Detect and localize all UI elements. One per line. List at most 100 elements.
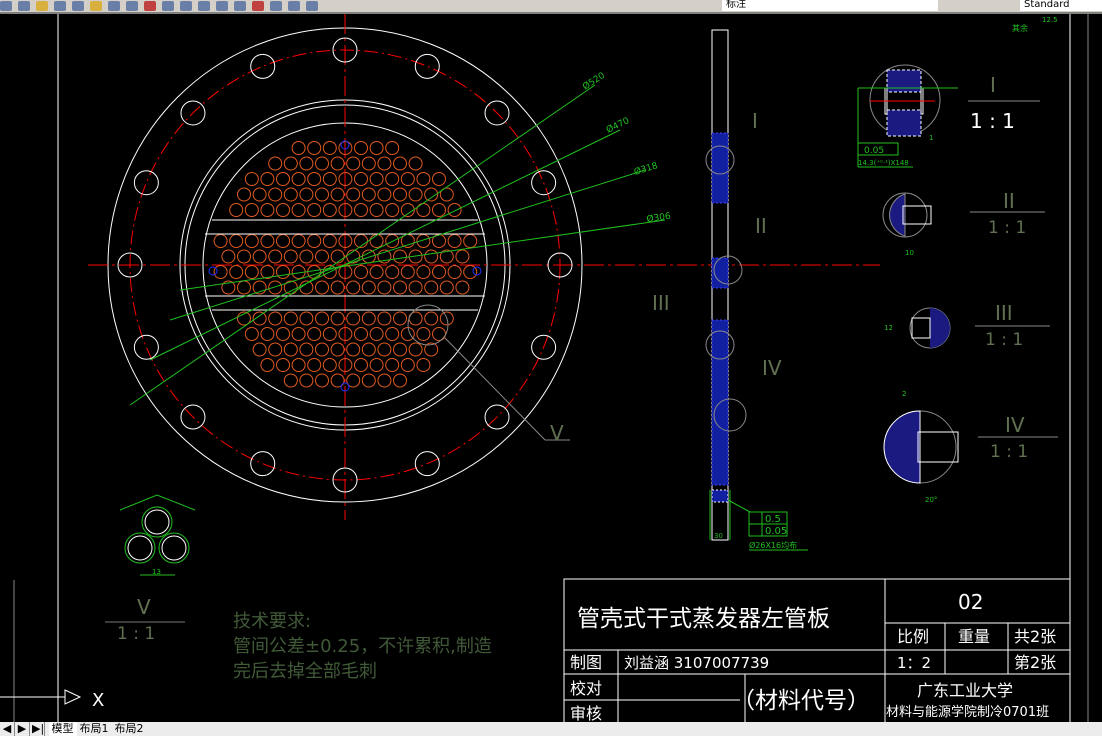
tube-hole <box>354 172 368 186</box>
tube-hole <box>346 342 361 357</box>
zoom-previous-icon[interactable] <box>198 1 210 11</box>
pan-icon[interactable] <box>144 1 156 11</box>
tube-hole <box>268 187 283 202</box>
match-properties-icon[interactable] <box>108 1 120 11</box>
dim-470: Ø470 <box>604 115 631 136</box>
tube-hole <box>354 265 368 279</box>
tube-hole <box>432 327 446 341</box>
roughness-note: 其余 <box>1012 23 1028 33</box>
dim-label: 1 <box>929 134 933 142</box>
tube-hole <box>408 156 423 171</box>
side-hole-note: Ø26X16均布 <box>749 540 797 550</box>
tube-hole <box>307 327 322 341</box>
tab-model[interactable]: 模型 <box>48 722 77 736</box>
detail-ii-label: II <box>1003 189 1015 213</box>
tube-hole <box>276 203 290 217</box>
tube-hole <box>393 311 407 326</box>
tube-hole <box>408 187 423 202</box>
tube-hole <box>416 327 431 341</box>
tube-hole <box>260 172 275 186</box>
tube-hole <box>408 280 423 295</box>
tube-hole <box>244 203 259 217</box>
drawing-title: 管壳式干式蒸发器左管板 <box>577 606 830 632</box>
tube-hole <box>315 280 329 295</box>
tube-hole <box>268 280 283 295</box>
copy-icon[interactable] <box>72 1 84 11</box>
class-name: 材料与能源学院制冷0701班 <box>886 704 1049 720</box>
tube-hole <box>330 373 345 388</box>
text-style-dropdown[interactable]: Standard <box>1020 0 1102 11</box>
tube-hole <box>307 234 322 248</box>
tab-layout1[interactable]: 布局1 <box>77 722 112 736</box>
cut-icon[interactable] <box>54 1 66 11</box>
tube-hole <box>424 280 439 295</box>
tube-hole <box>315 156 329 171</box>
section-mark-ii: II <box>755 214 767 238</box>
zoom-window-icon[interactable] <box>180 1 192 11</box>
tube-hole <box>252 187 267 202</box>
tube-hole <box>237 249 251 264</box>
tube-hole <box>400 358 415 372</box>
help-icon[interactable] <box>288 1 300 11</box>
properties-icon[interactable] <box>216 1 228 11</box>
tube-hole <box>283 187 298 202</box>
tube-hole <box>393 373 407 388</box>
save-icon[interactable] <box>0 1 12 11</box>
scale-value: 1：2 <box>897 654 931 672</box>
tube-hole <box>299 373 314 388</box>
tube-hole <box>361 280 376 295</box>
tube-hole <box>385 141 400 155</box>
tube-hole <box>346 280 361 295</box>
tube-hole <box>416 265 431 279</box>
tube-hole <box>315 342 329 357</box>
drawing-canvas[interactable]: Ø520 Ø470 Ø318 Ø306 其余 12.5 0.05 14.3(⁺⁰… <box>0 14 1102 722</box>
tech-requirement-line: 完后去掉全部毛刺 <box>233 661 377 682</box>
tube-hole <box>307 203 322 217</box>
front-view <box>88 14 880 520</box>
section-mark-v: V <box>550 421 564 445</box>
design-center-icon[interactable] <box>234 1 246 11</box>
tab-nav-prev[interactable]: ◀ <box>0 722 15 736</box>
tube-hole <box>229 265 244 279</box>
side-dim: 30 <box>714 532 723 540</box>
review-label: 审核 <box>570 704 602 722</box>
tube-hole <box>432 172 446 186</box>
tube-hole <box>299 249 314 264</box>
plot-preview-icon[interactable] <box>36 1 48 11</box>
tube-hole <box>346 187 361 202</box>
bolt-hole <box>531 170 557 196</box>
tool-palettes-icon[interactable] <box>252 1 264 11</box>
tube-hole <box>307 358 322 372</box>
tube-hole <box>330 156 345 171</box>
tube-hole <box>393 187 407 202</box>
side-view <box>705 29 808 551</box>
tab-nav-next[interactable]: ▶ <box>15 722 30 736</box>
tab-layout2[interactable]: 布局2 <box>112 722 147 736</box>
tube-hole <box>330 342 345 357</box>
tube-hole <box>393 342 407 357</box>
tube-hole <box>291 327 306 341</box>
tube-hole <box>447 203 462 217</box>
dim-label: 10 <box>905 249 914 257</box>
scale-label: 比例 <box>897 627 929 646</box>
print-icon[interactable] <box>18 1 30 11</box>
material-code: （材料代号） <box>732 688 870 714</box>
undo-icon[interactable] <box>126 1 138 11</box>
tab-nav-last[interactable]: ▶| <box>30 722 45 736</box>
layer-manager-icon[interactable] <box>306 1 318 11</box>
tube-hole <box>229 234 244 248</box>
tube-hole <box>361 373 376 388</box>
calculator-icon[interactable] <box>270 1 282 11</box>
zoom-realtime-icon[interactable] <box>162 1 174 11</box>
tube-hole <box>299 156 314 171</box>
tube-hole <box>307 141 322 155</box>
tube-hole <box>260 327 275 341</box>
drain-hole <box>208 266 218 276</box>
drawing-number: 02 <box>958 590 983 614</box>
paste-icon[interactable] <box>90 1 102 11</box>
layout-tabs: ◀ ▶ ▶| 模型 布局1 布局2 <box>0 722 1102 736</box>
detail-i-note: 14.3(⁺⁰·¹)X148 <box>858 159 909 167</box>
tube-hole <box>322 172 337 186</box>
layer-dropdown[interactable]: 标注 <box>722 0 938 11</box>
tube-hole <box>385 203 400 217</box>
